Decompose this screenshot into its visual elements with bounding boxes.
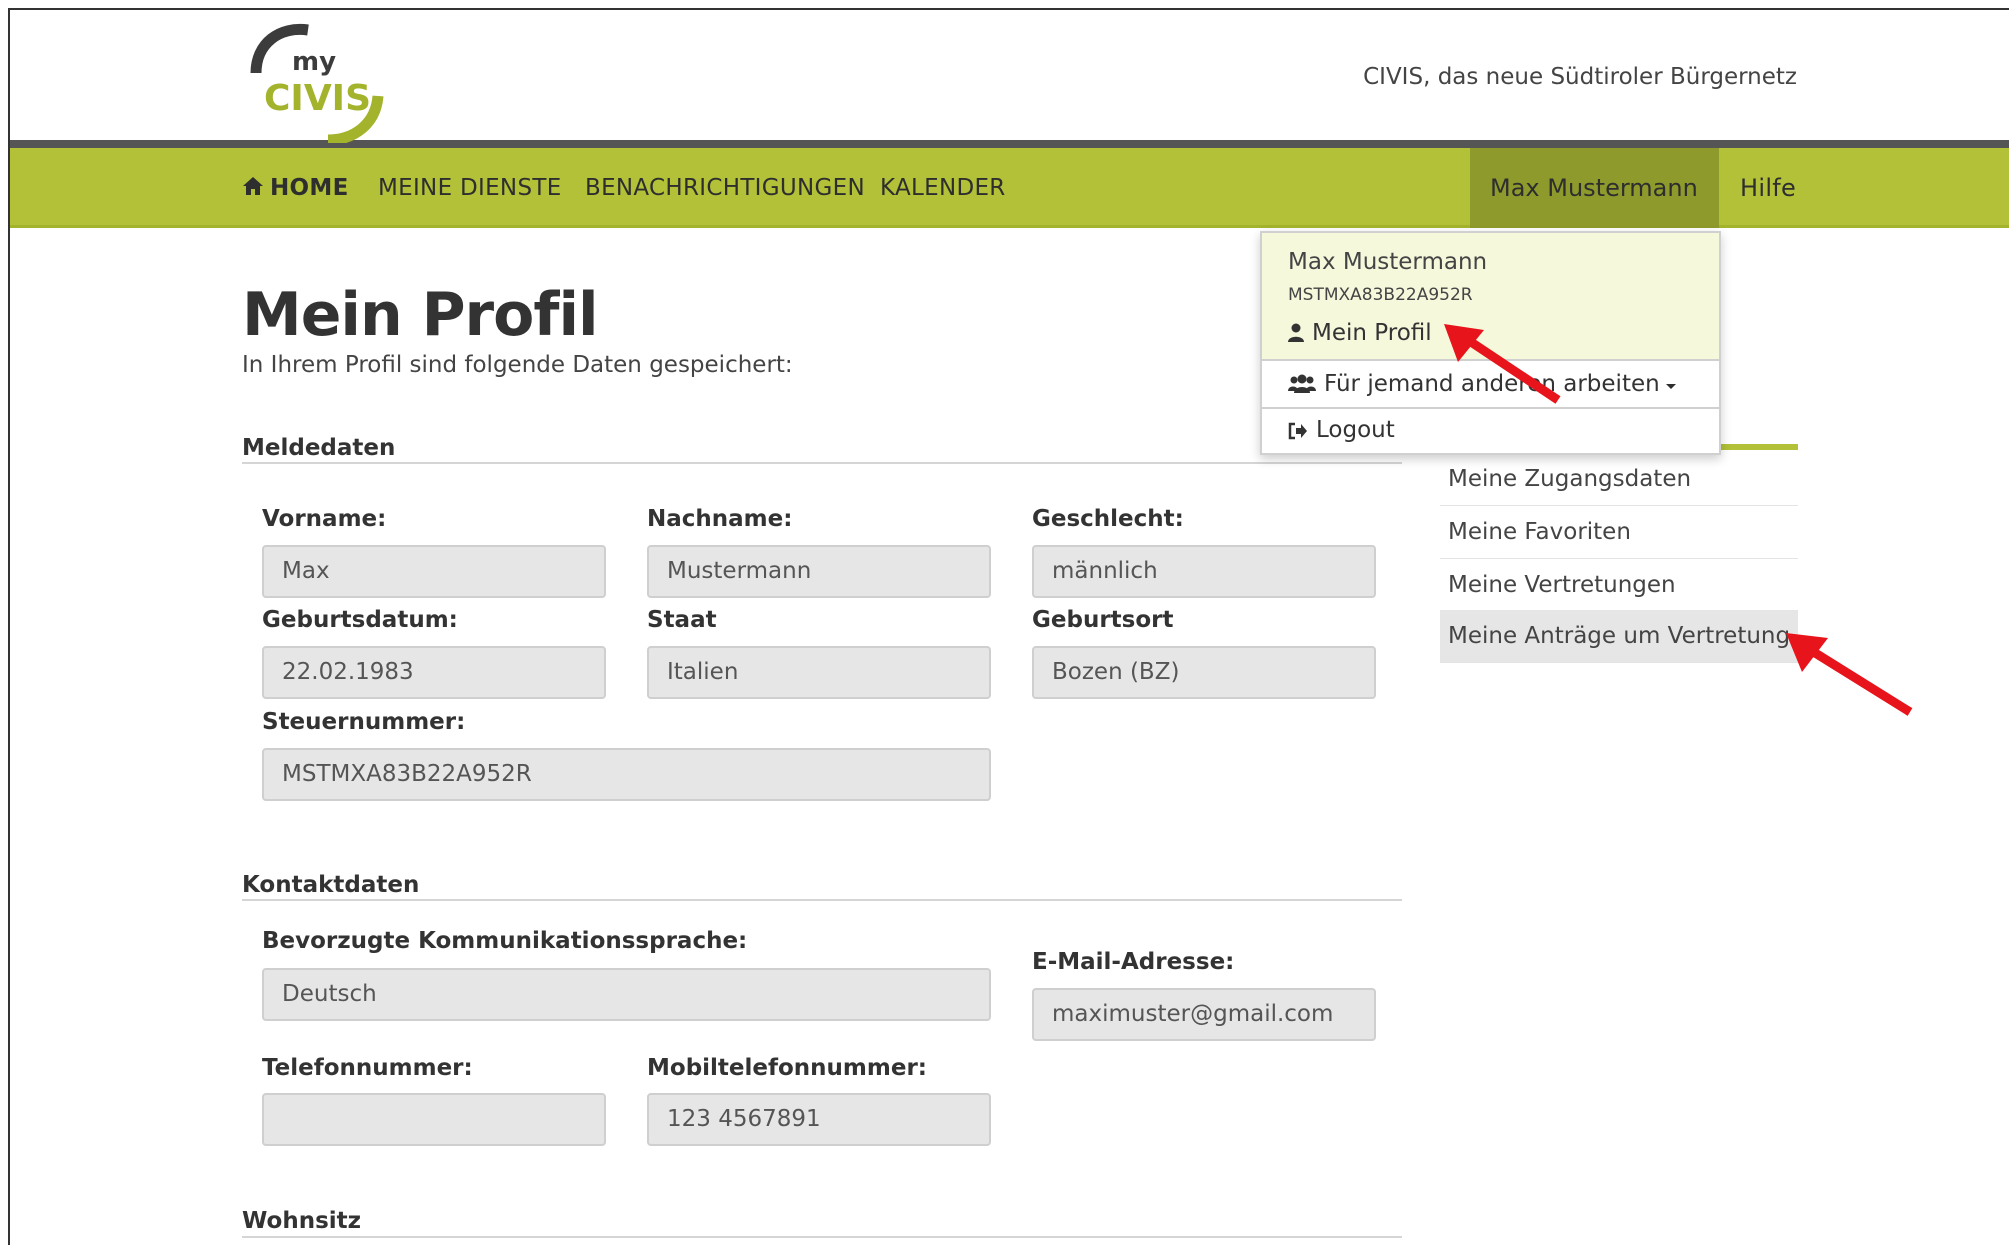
dropdown-user-name: Max Mustermann bbox=[1288, 249, 1488, 275]
label-kommunikationssprache: Bevorzugte Kommunikationssprache: bbox=[262, 928, 748, 954]
label-telefonnummer: Telefonnummer: bbox=[262, 1055, 473, 1081]
field-nachname[interactable]: Mustermann bbox=[647, 545, 991, 598]
label-geburtsdatum: Geburtsdatum: bbox=[262, 607, 458, 633]
nav-home[interactable]: HOME bbox=[242, 148, 349, 228]
annotation-arrow-icon bbox=[1786, 633, 1913, 716]
dropdown-logout[interactable]: Logout bbox=[1288, 417, 1395, 443]
section-divider bbox=[242, 1236, 1402, 1238]
label-vorname: Vorname: bbox=[262, 506, 387, 532]
field-kommunikationssprache[interactable]: Deutsch bbox=[262, 968, 991, 1021]
sidebar-item-vertretungen[interactable]: Meine Vertretungen bbox=[1440, 559, 1798, 612]
user-menu-toggle[interactable]: Max Mustermann bbox=[1470, 148, 1719, 274]
field-geburtsdatum[interactable]: 22.02.1983 bbox=[262, 646, 606, 699]
field-email[interactable]: maximuster@gmail.com bbox=[1032, 988, 1376, 1041]
site-header: my CIVIS CIVIS, das neue Südtiroler Bürg… bbox=[10, 10, 2009, 148]
section-divider bbox=[242, 899, 1402, 901]
nav-kalender[interactable]: KALENDER bbox=[880, 148, 1006, 228]
caret-down-icon bbox=[1665, 384, 1676, 389]
user-menu-name: Max Mustermann bbox=[1490, 174, 1698, 202]
svg-text:CIVIS: CIVIS bbox=[264, 78, 371, 119]
field-telefonnummer[interactable] bbox=[262, 1093, 606, 1146]
label-mobiltelefonnummer: Mobiltelefonnummer: bbox=[647, 1055, 927, 1081]
dropdown-user-code: MSTMXA83B22A952R bbox=[1288, 285, 1473, 305]
field-steuernummer[interactable]: MSTMXA83B22A952R bbox=[262, 748, 991, 801]
sidebar-item-antraege-vertretung[interactable]: Meine Anträge um Vertretung bbox=[1440, 610, 1798, 663]
field-vorname[interactable]: Max bbox=[262, 545, 606, 598]
logout-icon bbox=[1288, 422, 1307, 440]
annotation-arrow-icon bbox=[1444, 324, 1561, 404]
nav-home-label: HOME bbox=[270, 175, 349, 201]
field-staat[interactable]: Italien bbox=[647, 646, 991, 699]
field-geschlecht[interactable]: männlich bbox=[1032, 545, 1376, 598]
field-geburtsort[interactable]: Bozen (BZ) bbox=[1032, 646, 1376, 699]
main-navbar: HOME MEINE DIENSTE BENACHRICHTIGUNGEN KA… bbox=[10, 148, 2009, 274]
page-subtitle: In Ihrem Profil sind folgende Daten gesp… bbox=[242, 352, 793, 378]
label-email: E-Mail-Adresse: bbox=[1032, 949, 1235, 975]
section-heading-kontaktdaten: Kontaktdaten bbox=[242, 872, 420, 898]
nav-benachrichtigungen[interactable]: BENACHRICHTIGUNGEN bbox=[585, 148, 865, 228]
sidebar-item-favoriten[interactable]: Meine Favoriten bbox=[1440, 506, 1798, 559]
field-mobiltelefonnummer[interactable]: 123 4567891 bbox=[647, 1093, 991, 1146]
dropdown-mein-profil[interactable]: Mein Profil bbox=[1288, 320, 1432, 346]
label-nachname: Nachname: bbox=[647, 506, 793, 532]
header-tagline: CIVIS, das neue Südtiroler Bürgernetz bbox=[1363, 64, 1797, 90]
users-icon bbox=[1288, 374, 1316, 393]
dropdown-mein-profil-label: Mein Profil bbox=[1312, 320, 1432, 346]
label-geburtsort: Geburtsort bbox=[1032, 607, 1174, 633]
section-heading-meldedaten: Meldedaten bbox=[242, 435, 396, 461]
nav-hilfe[interactable]: Hilfe bbox=[1740, 148, 1796, 228]
svg-text:my: my bbox=[292, 47, 336, 77]
label-staat: Staat bbox=[647, 607, 717, 633]
dropdown-logout-label: Logout bbox=[1316, 417, 1395, 443]
dropdown-divider bbox=[1262, 407, 1719, 409]
label-geschlecht: Geschlecht: bbox=[1032, 506, 1184, 532]
home-icon bbox=[243, 177, 263, 195]
section-heading-wohnsitz: Wohnsitz bbox=[242, 1208, 362, 1234]
nav-meine-dienste[interactable]: MEINE DIENSTE bbox=[378, 148, 562, 228]
label-steuernummer: Steuernummer: bbox=[262, 709, 466, 735]
user-icon bbox=[1288, 323, 1304, 342]
section-divider bbox=[242, 462, 1402, 464]
page-title: Mein Profil bbox=[242, 280, 599, 350]
sidebar-item-zugangsdaten[interactable]: Meine Zugangsdaten bbox=[1440, 453, 1798, 506]
browser-page: my CIVIS CIVIS, das neue Südtiroler Bürg… bbox=[8, 8, 2009, 1245]
mycivis-logo[interactable]: my CIVIS bbox=[250, 18, 400, 146]
